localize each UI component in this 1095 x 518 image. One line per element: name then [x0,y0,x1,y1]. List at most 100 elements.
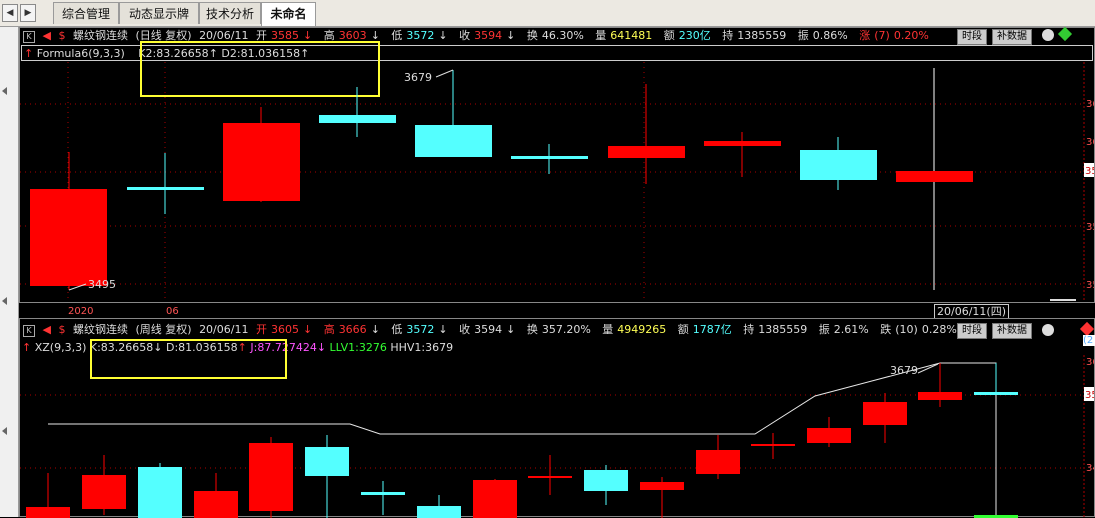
tab-untitled[interactable]: 未命名 [261,2,316,26]
candle [30,152,107,290]
cursor-date-box: 20/06/11(四) [934,304,1009,319]
candle [305,435,349,518]
change-count: (7) [874,29,890,42]
change-label: 跌 [880,323,892,336]
amp-label: 振 [797,29,809,42]
max-price-label: 3679 [890,364,918,377]
timeshare-button[interactable]: 时段 [957,29,987,45]
low-value: 3572 [406,29,435,42]
left-gutter [0,27,19,517]
collapse-arrow-icon[interactable] [2,297,7,305]
fill-data-button[interactable]: 补数据 [992,29,1032,45]
candle [194,473,238,518]
candle [640,477,684,518]
min-price-label: 3495 [88,278,116,291]
dollar-icon: $ [58,323,66,336]
candle [528,455,572,495]
hold-label: 持 [722,29,734,42]
symbol-name: 螺纹钢连续 [72,29,128,42]
close-value: 3594 [474,323,503,336]
tab-bar: ◀ ▶ 综合管理 动态显示牌 技术分析 未命名 [0,0,1095,27]
current-price-label: 35 [1085,166,1094,177]
volume-label: 量 [595,29,607,42]
candle [26,473,70,518]
low-label: 低 [391,29,403,42]
max-price-label: 3679 [404,71,432,84]
nav-right-icon[interactable]: ▶ [20,4,36,22]
arrow-left-icon[interactable]: ◀ [43,29,51,42]
tab-comprehensive[interactable]: 综合管理 [53,2,119,24]
arrow-left-icon[interactable]: ◀ [43,323,51,336]
volume-label: 量 [602,323,614,336]
candle [974,363,1018,395]
volume-tick [1050,299,1076,301]
gear-icon[interactable] [1042,29,1054,41]
y-tick-label: 35 [1086,222,1094,233]
high-value: 3666 [338,323,367,336]
candle [361,481,405,515]
nav-left-icon[interactable]: ◀ [2,4,18,22]
symbol-name: 螺纹钢连续 [72,323,128,336]
formula-name: XZ(9,3,3) [34,341,87,354]
candle [896,68,973,290]
candle [800,137,877,190]
tab-technical-analysis[interactable]: 技术分析 [199,2,261,24]
y-tick-label: 36 [1086,357,1094,368]
amount-label: 额 [677,323,689,336]
amp-label: 振 [818,323,830,336]
low-label: 低 [391,323,403,336]
volume-value: 4949265 [617,323,667,336]
weekly-chart-panel: K ◀ $ 螺纹钢连续 (周线 复权) 20/06/11 开 3605 ↓ 高 366… [19,318,1095,518]
turnover-value: 357.20% [541,323,591,336]
open-value: 3605 [270,323,299,336]
change-pct: 0.28% [921,323,957,336]
scale-label: (2 [1083,335,1095,346]
candle [696,435,740,479]
close-label: 收 [459,323,471,336]
up-arrow-icon: ↑ [22,341,32,354]
amount-value: 1787亿 [692,323,732,336]
amp-value: 0.86% [812,29,848,42]
candle [511,144,588,174]
tab-dynamic-board[interactable]: 动态显示牌 [119,2,199,24]
k-icon[interactable]: K [23,31,35,43]
hold-label: 持 [743,323,755,336]
weekly-candle-chart: 3679 36 35 34 [20,355,1094,518]
llv-value: LLV1:3276 [329,341,387,354]
close-value: 3594 [474,29,503,42]
change-label: 涨 [859,29,871,42]
turnover-value: 46.30% [541,29,584,42]
candle [127,153,204,214]
low-value: 3572 [406,323,435,336]
y-tick-label: 34 [1086,463,1094,474]
candle [751,433,795,459]
fill-data-button[interactable]: 补数据 [992,323,1032,339]
open-label: 开 [255,323,267,336]
candle [223,107,300,202]
candle [249,437,293,518]
candle [417,495,461,518]
candle [807,417,851,447]
turnover-label: 换 [526,29,538,42]
candle [473,479,517,518]
collapse-arrow-icon[interactable] [2,87,7,95]
y-tick-label: 35 [1086,280,1094,291]
x-tick-label-year: 2020 [68,306,94,317]
y-tick-label: 36 [1086,99,1094,110]
candle [584,465,628,505]
change-pct: 0.20% [893,29,929,42]
up-arrow-icon: ↑ [24,47,34,60]
period-label: (周线 复权) [135,323,192,336]
candle [608,84,685,184]
gear-icon[interactable] [1042,324,1054,336]
candle [319,87,396,137]
dollar-icon: $ [58,29,66,42]
k-icon[interactable]: K [23,325,35,337]
hold-value: 1385559 [737,29,787,42]
close-label: 收 [459,29,471,42]
formula-name: Formula6(9,3,3) [36,47,125,60]
timeshare-button[interactable]: 时段 [957,323,987,339]
candle [704,132,781,177]
collapse-arrow-icon[interactable] [2,427,7,435]
date-label: 20/06/11 [199,323,249,336]
